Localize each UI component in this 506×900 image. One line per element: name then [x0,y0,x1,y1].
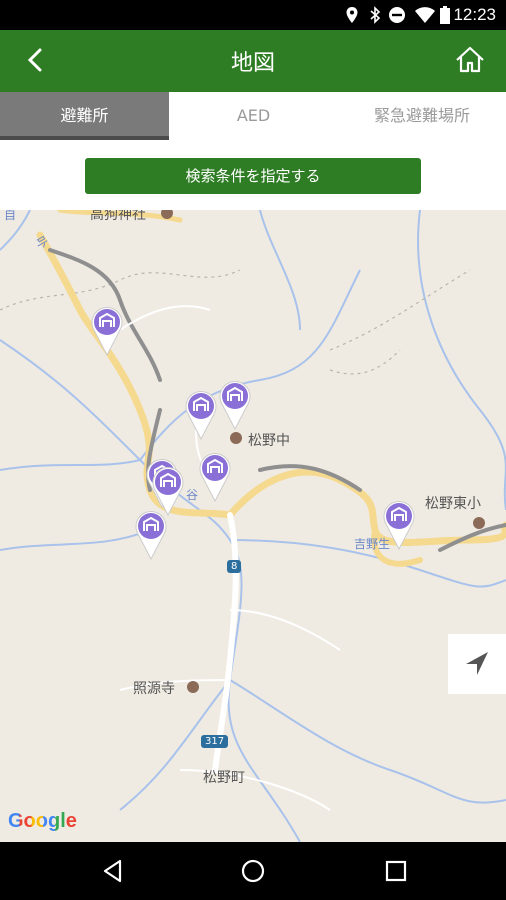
map-label-matsuno-east-elementary: 松野東小 [425,496,481,512]
location-icon [346,7,358,23]
map-base [0,210,506,842]
route-317-shield: 317 [201,735,229,748]
system-nav-bar [0,842,506,900]
search-bar: 検索条件を指定する [0,140,506,210]
tab-shelters[interactable]: 避難所 [0,92,169,140]
navigation-arrow-icon [466,652,488,675]
shelter-pin-icon[interactable] [184,390,218,440]
search-conditions-button[interactable]: 検索条件を指定する [85,158,421,194]
tab-aed[interactable]: AED [169,92,338,140]
page-title: 地図 [230,51,275,76]
shelter-pin-icon[interactable] [198,452,232,502]
shelter-pin-icon[interactable] [134,510,168,560]
temple-poi-icon [187,681,199,693]
bluetooth-icon [370,6,381,24]
school-poi-icon [230,432,242,444]
battery-icon [440,6,450,24]
tab-emergency-evacuation-sites[interactable]: 緊急避難場所 [338,92,506,140]
wifi-icon [415,7,435,23]
do-not-disturb-icon [389,7,405,23]
map-view[interactable]: 高狗神社 松野中 松野東小 照源寺 吉野生 松野町 自 卟 谷 8 317 Go… [0,210,506,842]
map-label-small-top: 自 [4,210,17,222]
google-attribution: Google [8,810,77,832]
circle-home-icon[interactable] [238,856,268,886]
school-poi-icon [473,517,485,529]
triangle-back-icon[interactable] [98,856,128,886]
app-bar: 地図 [0,30,506,92]
tab-bar: 避難所 AED 緊急避難場所 [0,92,506,140]
shelter-pin-icon[interactable] [218,380,252,430]
shrine-poi-icon [161,210,173,219]
map-label-matsuno-town: 松野町 [203,770,245,786]
map-label-shogenji-temple: 照源寺 [133,681,175,697]
map-label-matsuno-junior-high: 松野中 [248,433,290,449]
my-location-button[interactable] [448,634,506,694]
home-icon[interactable] [452,42,488,78]
map-label-shrine: 高狗神社 [90,210,146,223]
route-8-shield: 8 [227,560,242,573]
shelter-pin-icon[interactable] [151,466,185,516]
map-label-small-center: 谷 [186,488,199,502]
status-bar: 12:23 [0,0,506,30]
shelter-pin-icon[interactable] [90,306,124,356]
clock-time: 12:23 [453,5,496,24]
square-recents-icon[interactable] [381,856,411,886]
shelter-pin-icon[interactable] [382,500,416,550]
